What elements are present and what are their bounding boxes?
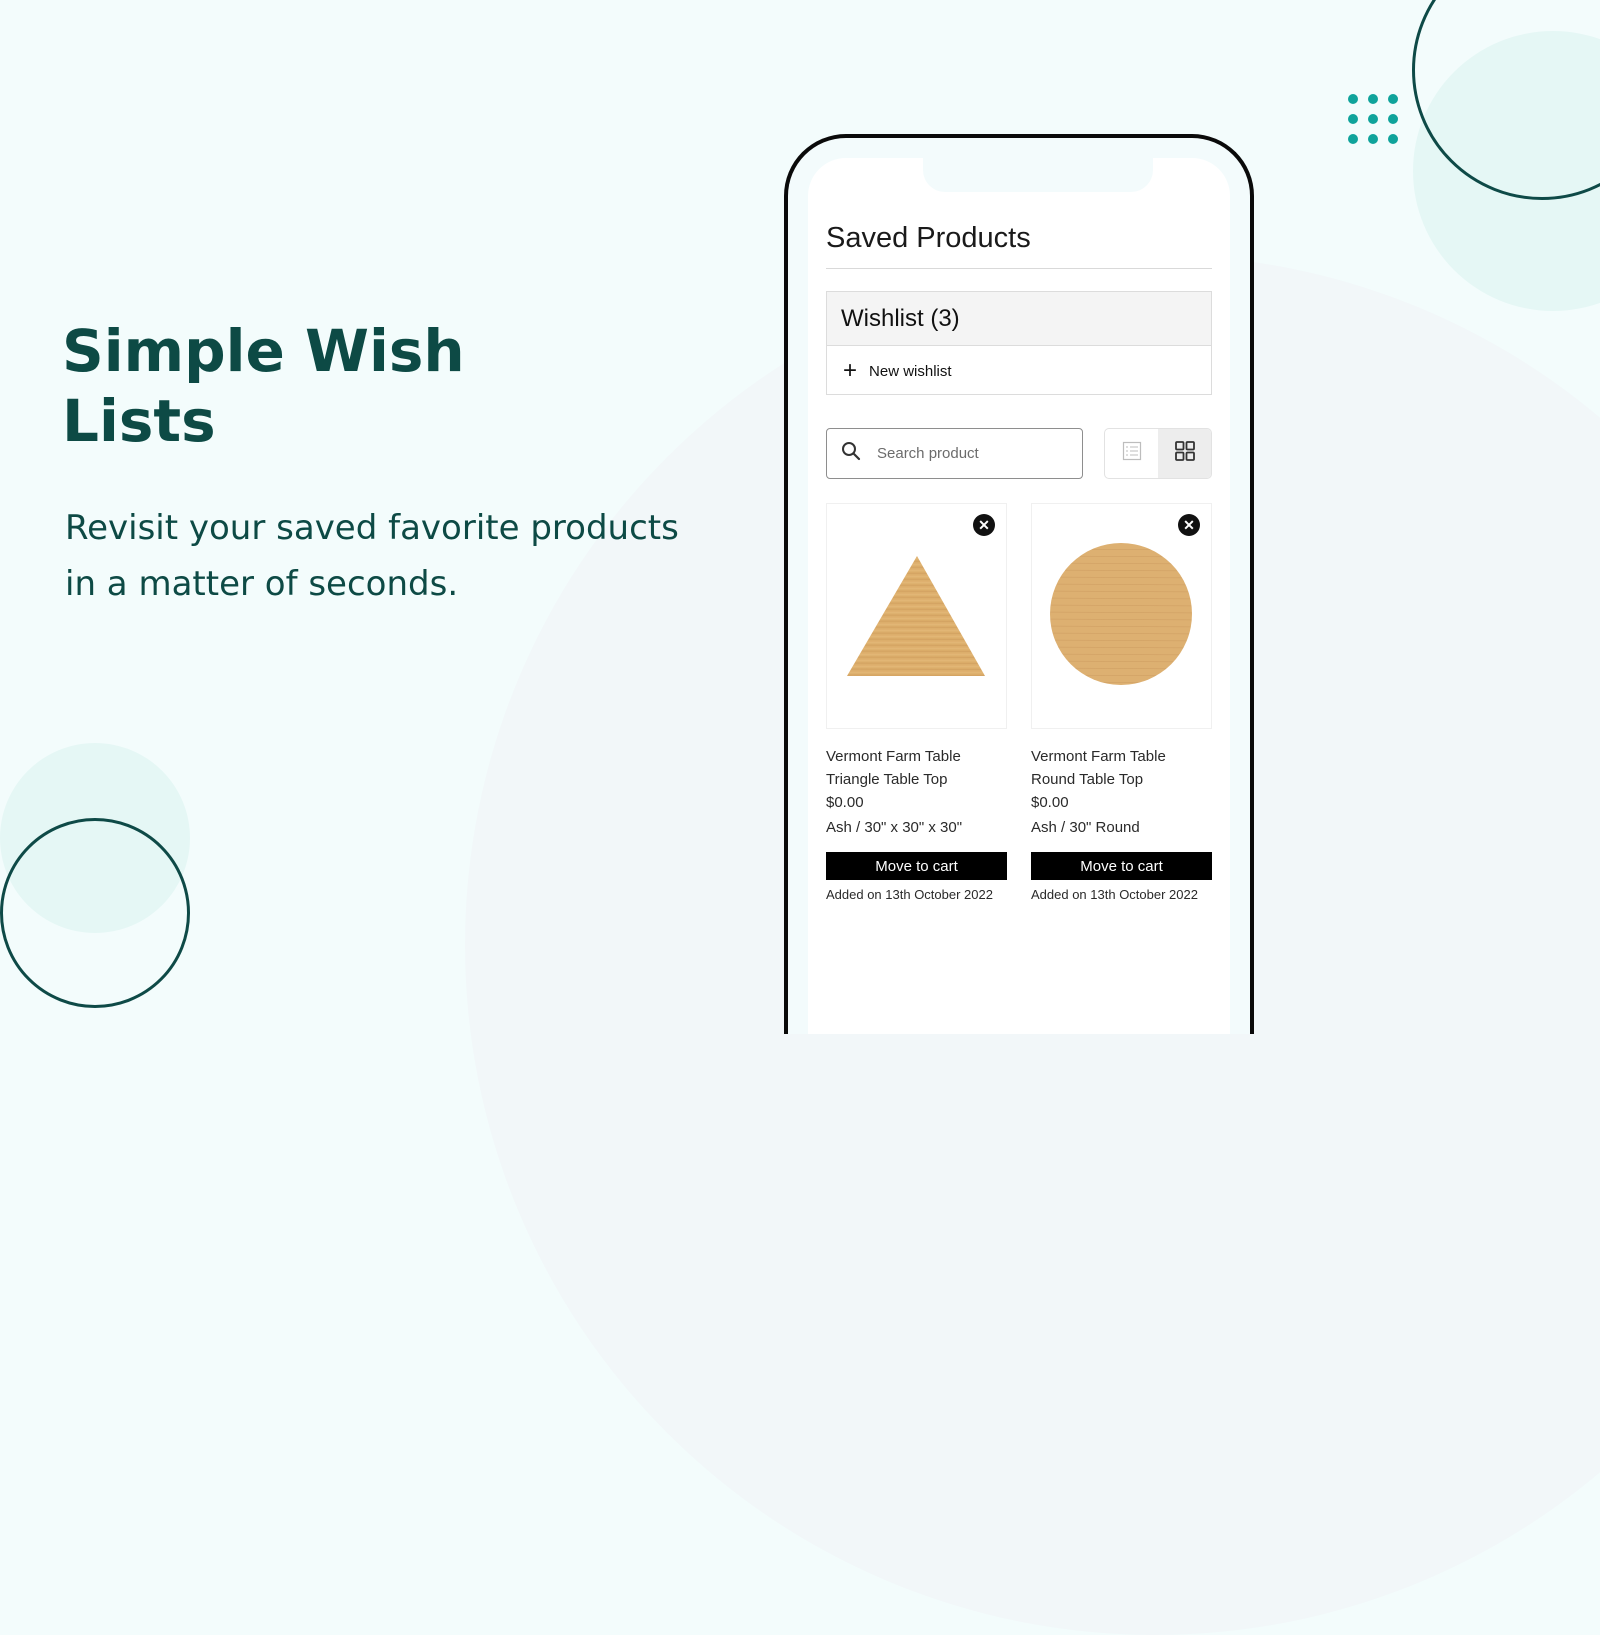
product-variant: Ash / 30" x 30" x 30" bbox=[826, 819, 963, 836]
wishlist-panel: Wishlist (3) + New wishlist bbox=[826, 291, 1212, 395]
decorative-circle-ring bbox=[0, 818, 190, 1008]
close-icon: ✕ bbox=[1183, 516, 1195, 533]
divider bbox=[826, 268, 1212, 269]
product-card: ✕ Vermont Farm Table Round Table Top $0.… bbox=[1031, 503, 1212, 902]
grid-view-icon bbox=[1174, 440, 1196, 467]
phone-mockup: Saved Products Wishlist (3) + New wishli… bbox=[784, 134, 1254, 1034]
list-view-button[interactable] bbox=[1105, 429, 1158, 478]
product-variant: Ash / 30" Round bbox=[1031, 819, 1140, 836]
product-price: $0.00 bbox=[1031, 794, 1069, 811]
product-name-line: Vermont Farm Table bbox=[826, 748, 961, 765]
dot bbox=[1368, 94, 1378, 104]
new-wishlist-label: New wishlist bbox=[869, 362, 952, 380]
product-card: ✕ Vermont Farm Table Triangle Table Top … bbox=[826, 503, 1007, 902]
search-icon bbox=[841, 441, 861, 466]
product-name-line: Round Table Top bbox=[1031, 771, 1144, 788]
dot bbox=[1388, 134, 1398, 144]
product-price: $0.00 bbox=[826, 794, 864, 811]
phone-notch bbox=[923, 158, 1153, 192]
product-image[interactable]: ✕ bbox=[826, 503, 1007, 729]
search-input[interactable] bbox=[875, 444, 1049, 463]
remove-product-button[interactable]: ✕ bbox=[973, 514, 995, 536]
dot bbox=[1368, 134, 1378, 144]
close-icon: ✕ bbox=[978, 516, 990, 533]
round-table-top-image bbox=[1050, 543, 1192, 685]
move-to-cart-button[interactable]: Move to cart bbox=[1031, 852, 1212, 880]
product-name[interactable]: Vermont Farm Table Triangle Table Top bbox=[826, 745, 1007, 791]
decorative-dot-grid bbox=[1348, 94, 1398, 144]
hero-subtitle: Revisit your saved favorite products in … bbox=[65, 508, 679, 604]
product-name[interactable]: Vermont Farm Table Round Table Top bbox=[1031, 745, 1212, 791]
product-grid: ✕ Vermont Farm Table Triangle Table Top … bbox=[826, 503, 1212, 902]
grid-view-button[interactable] bbox=[1158, 429, 1211, 478]
dot bbox=[1368, 114, 1378, 124]
plus-icon: + bbox=[843, 357, 858, 384]
search-box bbox=[826, 428, 1083, 479]
phone-screen: Saved Products Wishlist (3) + New wishli… bbox=[808, 158, 1230, 1034]
triangle-table-top-image bbox=[847, 556, 985, 676]
page-title: Saved Products bbox=[826, 222, 1031, 254]
wishlist-tab[interactable]: Wishlist (3) bbox=[827, 292, 1211, 346]
dot bbox=[1348, 134, 1358, 144]
dot bbox=[1348, 114, 1358, 124]
product-image[interactable]: ✕ bbox=[1031, 503, 1212, 729]
dot bbox=[1348, 94, 1358, 104]
new-wishlist-button[interactable]: + New wishlist bbox=[827, 346, 1211, 396]
remove-product-button[interactable]: ✕ bbox=[1178, 514, 1200, 536]
hero-title: Simple Wish Lists bbox=[62, 317, 465, 455]
dot bbox=[1388, 114, 1398, 124]
move-to-cart-button[interactable]: Move to cart bbox=[826, 852, 1007, 880]
list-view-icon bbox=[1122, 441, 1142, 466]
product-name-line: Vermont Farm Table bbox=[1031, 748, 1166, 765]
dot bbox=[1388, 94, 1398, 104]
view-toggle bbox=[1104, 428, 1212, 479]
product-name-line: Triangle Table Top bbox=[826, 771, 948, 788]
